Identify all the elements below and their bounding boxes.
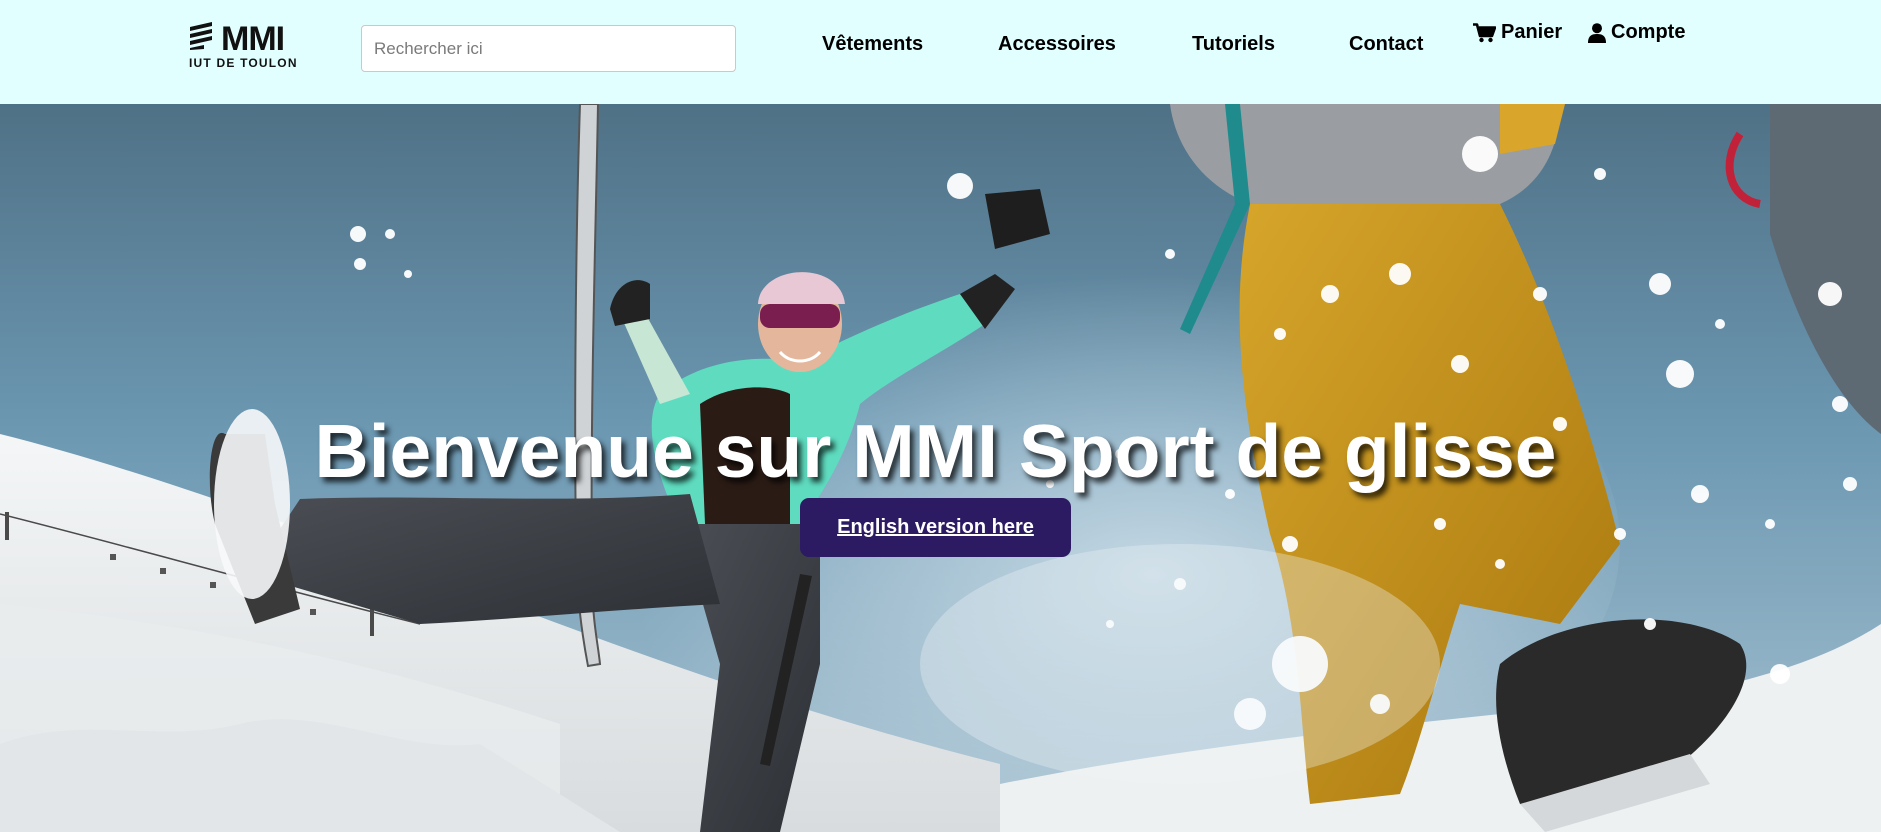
logo-brand: MMI	[221, 20, 285, 58]
account-label: Compte	[1611, 21, 1686, 43]
site-header: MMI IUT DE TOULON Vêtements Accessoires …	[0, 0, 1881, 104]
mmi-logo-mark-icon	[190, 22, 212, 50]
cart-link[interactable]: Panier	[1473, 21, 1562, 44]
nav-link-tutoriels[interactable]: Tutoriels	[1192, 33, 1275, 56]
english-version-button[interactable]: English version here	[800, 498, 1071, 557]
mmi-logo[interactable]: MMI IUT DE TOULON	[188, 20, 302, 70]
nav-link-vetements[interactable]: Vêtements	[822, 33, 923, 56]
search-input[interactable]	[361, 25, 736, 72]
user-icon	[1588, 22, 1606, 43]
account-link[interactable]: Compte	[1588, 21, 1685, 44]
nav-link-contact[interactable]: Contact	[1349, 33, 1423, 56]
hero-title: Bienvenue sur MMI Sport de glisse	[314, 409, 1557, 493]
hero-banner: Bienvenue sur MMI Sport de glisse Englis…	[0, 104, 1881, 832]
logo-subtitle: IUT DE TOULON	[189, 56, 298, 70]
cart-icon	[1473, 22, 1496, 42]
cart-label: Panier	[1501, 21, 1563, 43]
nav-link-accessoires[interactable]: Accessoires	[998, 33, 1116, 56]
